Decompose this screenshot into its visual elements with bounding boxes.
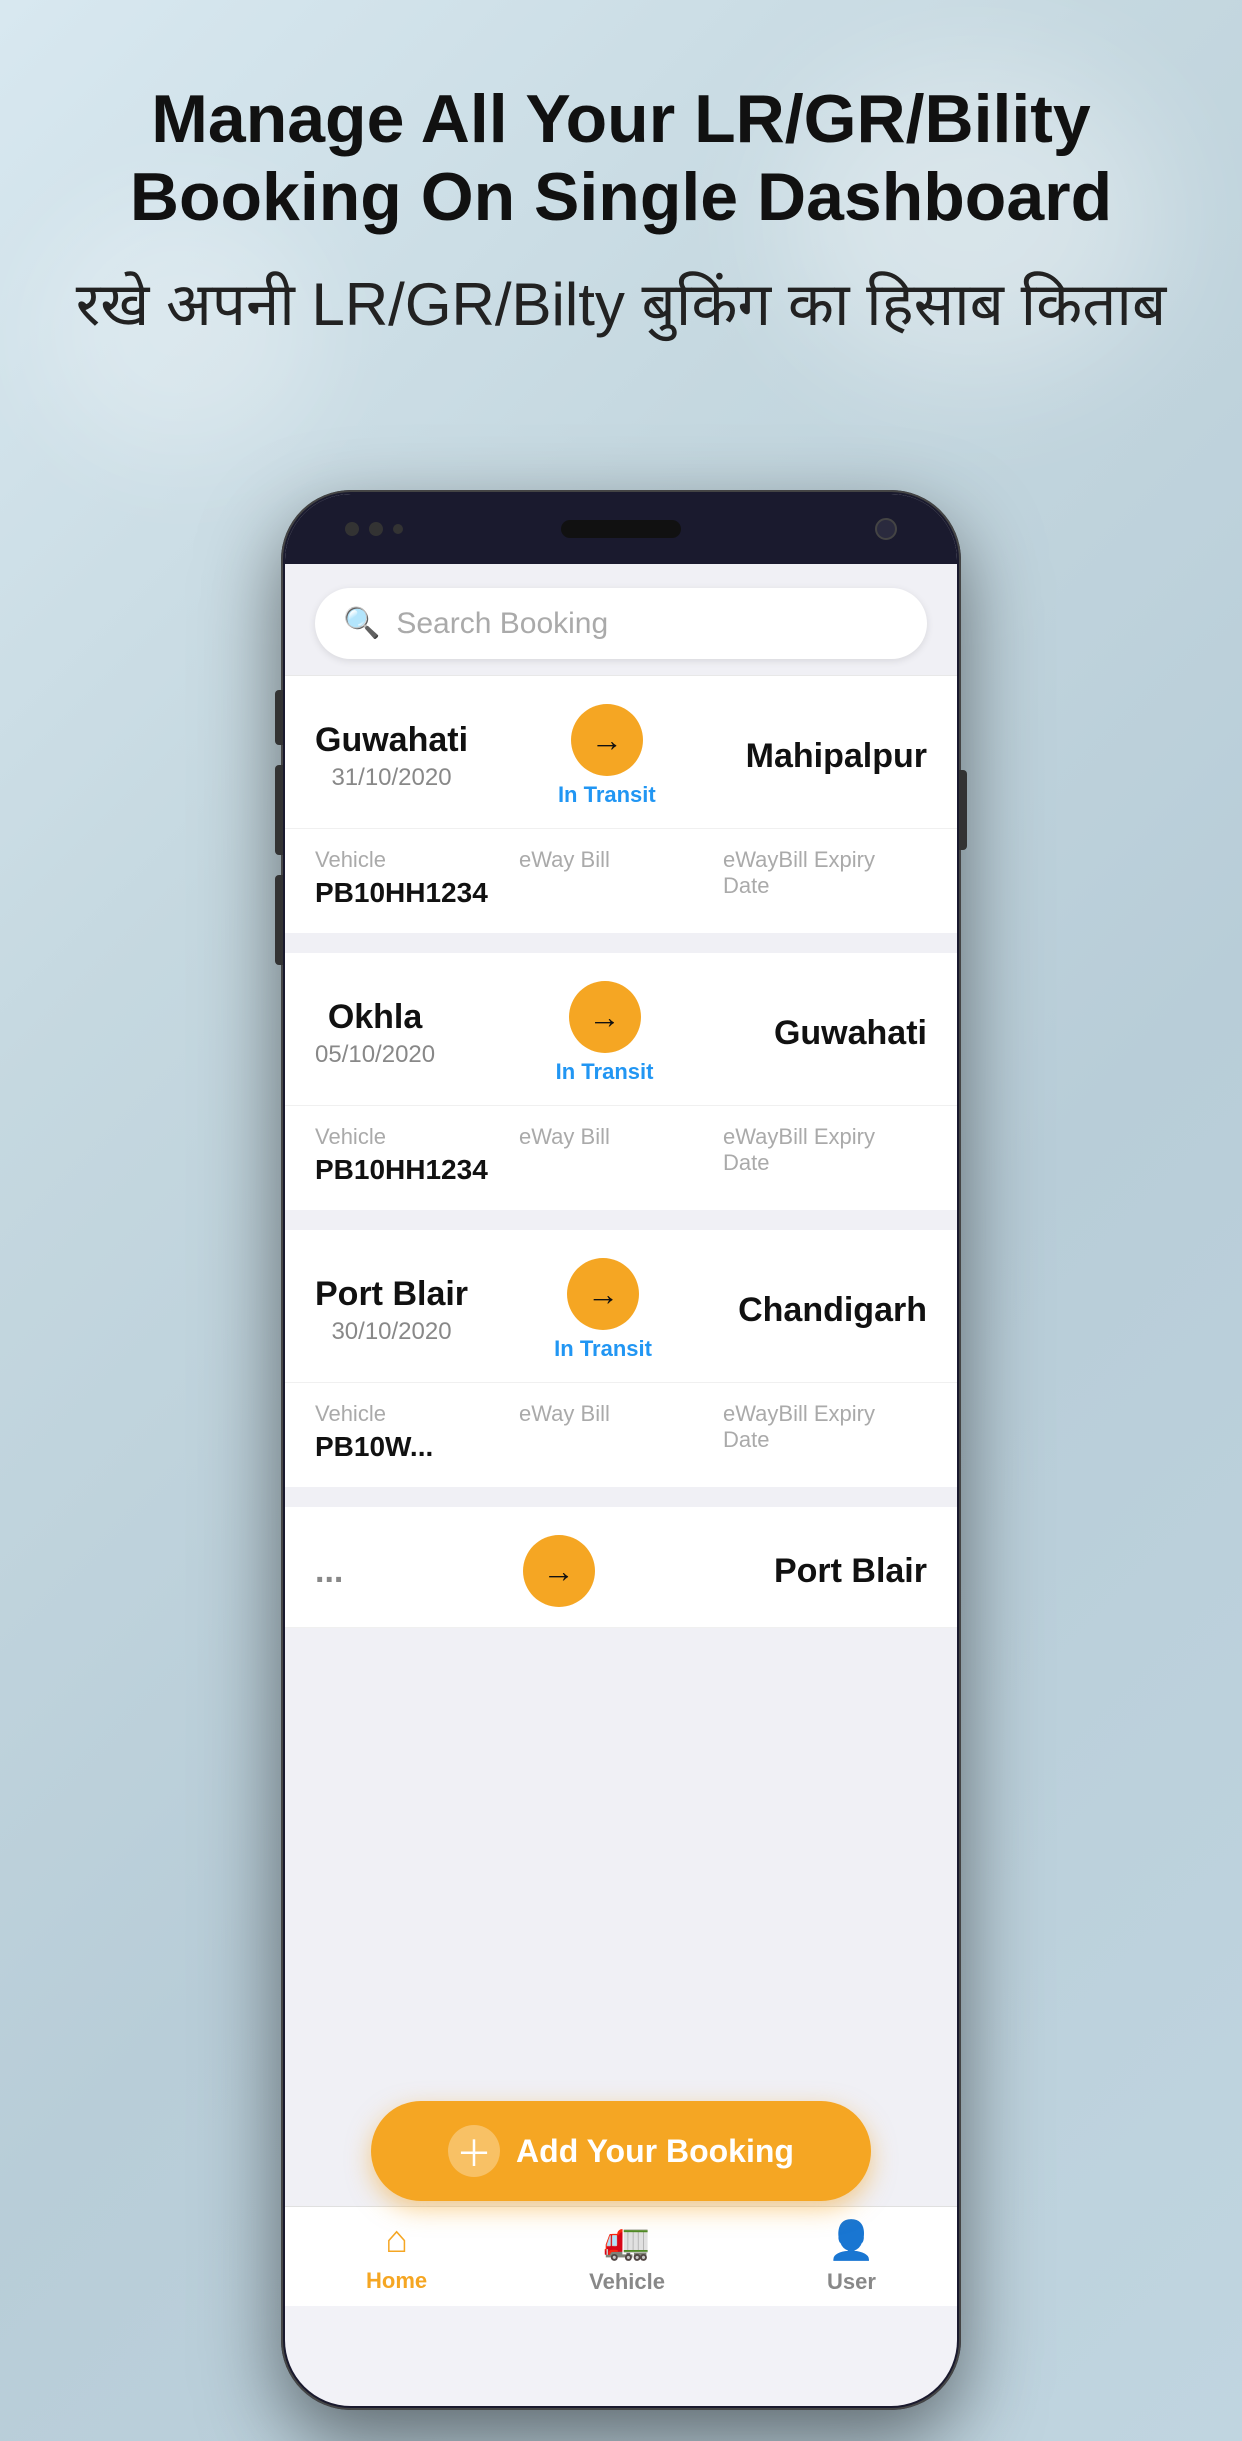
phone-topbar bbox=[285, 494, 957, 564]
bottom-nav: ⌂ Home 🚛 Vehicle 👤 User bbox=[285, 2206, 957, 2306]
arrow-icon-2: → bbox=[569, 981, 641, 1053]
transit-badge-4: → bbox=[523, 1535, 595, 1607]
add-booking-label: Add Your Booking bbox=[516, 2133, 794, 2170]
from-city-3: Port Blair 30/10/2020 bbox=[315, 1275, 468, 1346]
app-content: 🔍 Search Booking Guwahati 31/10/2020 → bbox=[285, 564, 957, 2306]
vehicle-icon: 🚛 bbox=[603, 2219, 650, 2263]
phone-frame: 🔍 Search Booking Guwahati 31/10/2020 → bbox=[281, 490, 961, 2410]
booking-list: Guwahati 31/10/2020 → In Transit Mahipal… bbox=[285, 675, 957, 1628]
nav-home[interactable]: ⌂ Home bbox=[366, 2219, 427, 2294]
from-city-4: ... bbox=[315, 1552, 343, 1591]
header-section: Manage All Your LR/GR/Bility Booking On … bbox=[0, 80, 1242, 344]
user-icon: 👤 bbox=[828, 2219, 875, 2263]
expiry-field-3: eWayBill Expiry Date bbox=[723, 1401, 927, 1463]
nav-user[interactable]: 👤 User bbox=[827, 2219, 876, 2295]
vehicle-field-1: Vehicle PB10HH1234 bbox=[315, 847, 519, 909]
home-icon: ⌂ bbox=[385, 2219, 408, 2262]
arrow-icon-3: → bbox=[567, 1258, 639, 1330]
booking-card-4-partial[interactable]: ... → Port Blair bbox=[285, 1499, 957, 1628]
expiry-field-2: eWayBill Expiry Date bbox=[723, 1124, 927, 1186]
transit-badge-1: → In Transit bbox=[558, 704, 656, 808]
transit-badge-3: → In Transit bbox=[554, 1258, 652, 1362]
to-city-1: Mahipalpur bbox=[746, 737, 927, 776]
from-city-1: Guwahati 31/10/2020 bbox=[315, 721, 468, 792]
add-booking-button[interactable]: ＋ Add Your Booking bbox=[371, 2101, 871, 2201]
arrow-icon-1: → bbox=[571, 704, 643, 776]
booking-card-2[interactable]: Okhla 05/10/2020 → In Transit Guwahati bbox=[285, 945, 957, 1210]
search-wrapper: 🔍 Search Booking bbox=[285, 564, 957, 675]
title-english: Manage All Your LR/GR/Bility Booking On … bbox=[60, 80, 1182, 236]
to-city-2: Guwahati bbox=[774, 1014, 927, 1053]
vehicle-field-3: Vehicle PB10W... bbox=[315, 1401, 519, 1463]
eway-field-2: eWay Bill bbox=[519, 1124, 723, 1186]
expiry-field-1: eWayBill Expiry Date bbox=[723, 847, 927, 909]
search-icon: 🔍 bbox=[343, 606, 380, 641]
eway-field-1: eWay Bill bbox=[519, 847, 723, 909]
booking-card-3[interactable]: Port Blair 30/10/2020 → In Transit Chand… bbox=[285, 1222, 957, 1487]
vehicle-field-2: Vehicle PB10HH1234 bbox=[315, 1124, 519, 1186]
arrow-icon-4: → bbox=[523, 1535, 595, 1607]
transit-badge-2: → In Transit bbox=[556, 981, 654, 1085]
booking-card-1[interactable]: Guwahati 31/10/2020 → In Transit Mahipal… bbox=[285, 675, 957, 933]
eway-field-3: eWay Bill bbox=[519, 1401, 723, 1463]
to-city-4: Port Blair bbox=[774, 1552, 927, 1591]
to-city-3: Chandigarh bbox=[738, 1291, 927, 1330]
plus-icon: ＋ bbox=[448, 2125, 500, 2177]
search-bar[interactable]: 🔍 Search Booking bbox=[315, 588, 927, 659]
search-placeholder: Search Booking bbox=[396, 607, 608, 641]
title-hindi: रखे अपनी LR/GR/Bilty बुकिंग का हिसाब कित… bbox=[60, 266, 1182, 344]
nav-vehicle[interactable]: 🚛 Vehicle bbox=[589, 2219, 665, 2295]
from-city-2: Okhla 05/10/2020 bbox=[315, 998, 435, 1069]
